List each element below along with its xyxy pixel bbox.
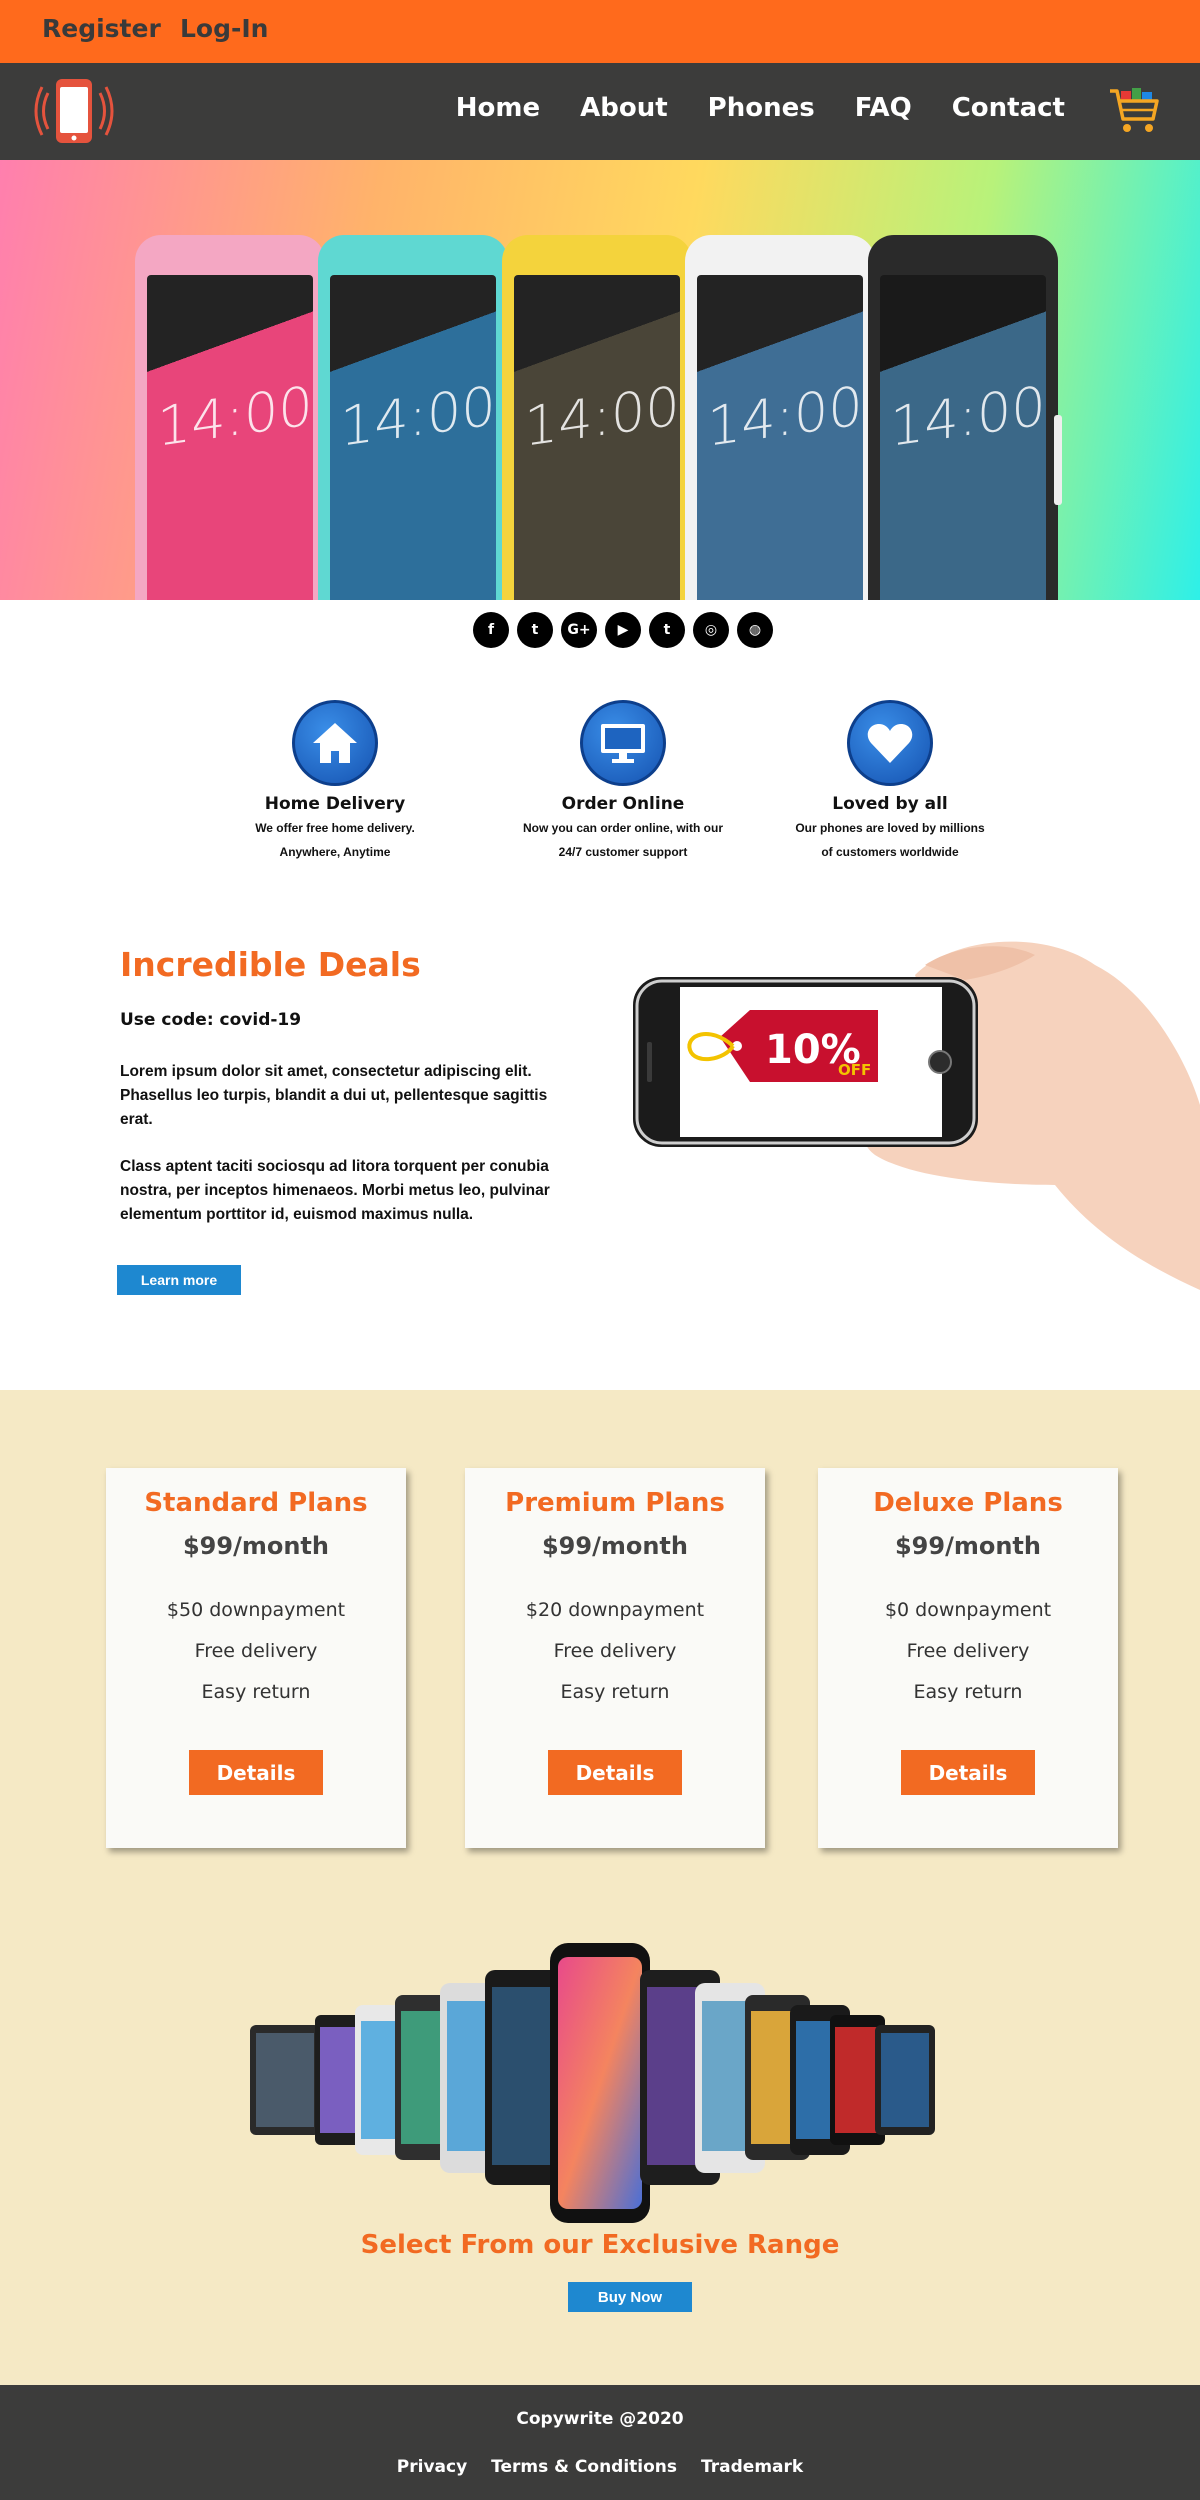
feature-title: Loved by all bbox=[832, 794, 948, 814]
youtube-icon[interactable]: ▶ bbox=[605, 612, 641, 648]
hero-phone-yellow: 14:00 bbox=[502, 235, 696, 600]
plan-name: Premium Plans bbox=[505, 1488, 725, 1518]
details-button[interactable]: Details bbox=[548, 1750, 682, 1795]
hero-phone-black: 14:00 bbox=[868, 235, 1062, 600]
instagram-icon[interactable]: ◎ bbox=[693, 612, 729, 648]
promo-code: Use code: covid-19 bbox=[120, 1010, 302, 1030]
deals-paragraph-2: Class aptent taciti sociosqu ad litora t… bbox=[120, 1158, 550, 1223]
plan-price: $99/month bbox=[182, 1532, 329, 1560]
footer-link-privacy[interactable]: Privacy bbox=[397, 2457, 467, 2477]
range-title: Select From our Exclusive Range bbox=[360, 2230, 840, 2260]
plan-price: $99/month bbox=[894, 1532, 1041, 1560]
feature-text: Now you can order online, with our 24/7 c… bbox=[522, 821, 723, 859]
login-link[interactable]: Log-In bbox=[180, 14, 268, 43]
nav-faq[interactable]: FAQ bbox=[855, 93, 912, 123]
feature-order-online: Order Online Now you can order online, w… bbox=[493, 700, 753, 864]
hero-phone-teal: 14:00 bbox=[318, 235, 512, 600]
plan-feature: $50 downpayment bbox=[166, 1599, 346, 1621]
nav-home[interactable]: Home bbox=[456, 93, 540, 123]
tumblr-icon[interactable]: t bbox=[649, 612, 685, 648]
nav-contact[interactable]: Contact bbox=[952, 93, 1065, 123]
plan-name: Deluxe Plans bbox=[873, 1488, 1063, 1518]
feature-text: Our phones are loved by millions of custo… bbox=[795, 821, 985, 859]
deals-paragraph-1: Lorem ipsum dolor sit amet, consectetur … bbox=[120, 1063, 548, 1128]
copyright-text: Copywrite @2020 bbox=[516, 2409, 684, 2429]
plan-feature: Easy return bbox=[913, 1681, 1023, 1703]
nav-phones[interactable]: Phones bbox=[708, 93, 815, 123]
plan-feature: $20 downpayment bbox=[525, 1599, 705, 1621]
footer-link-terms[interactable]: Terms & Conditions bbox=[491, 2457, 677, 2477]
plan-feature: Easy return bbox=[560, 1681, 670, 1703]
feature-text: We offer free home delivery. Anywhere, An… bbox=[255, 821, 415, 859]
monitor-icon bbox=[580, 700, 666, 786]
plan-card-premium: Premium Plans $99/month $20 downpayment … bbox=[465, 1468, 765, 1848]
plan-card-deluxe: Deluxe Plans $99/month $0 downpayment Fr… bbox=[818, 1468, 1118, 1848]
plan-feature: Free delivery bbox=[906, 1640, 1030, 1662]
google-plus-icon[interactable]: G+ bbox=[561, 612, 597, 648]
feature-loved-by-all: Loved by all Our phones are loved by mil… bbox=[760, 700, 1020, 864]
plan-price: $99/month bbox=[541, 1532, 688, 1560]
plan-feature: Free delivery bbox=[194, 1640, 318, 1662]
buy-now-button[interactable]: Buy Now bbox=[568, 2282, 692, 2312]
footer-links: Privacy Terms & Conditions Trademark bbox=[0, 2457, 1200, 2477]
learn-more-button[interactable]: Learn more bbox=[117, 1265, 241, 1295]
footer: Copywrite @2020 Privacy Terms & Conditio… bbox=[0, 2385, 1200, 2500]
home-icon bbox=[292, 700, 378, 786]
nav-links: Home About Phones FAQ Contact bbox=[416, 93, 1065, 123]
plan-card-standard: Standard Plans $99/month $50 downpayment… bbox=[106, 1468, 406, 1848]
phone-logo-icon[interactable] bbox=[28, 75, 120, 147]
hand-phone-discount-image: 10% OFF bbox=[633, 941, 1200, 1290]
social-icons: f t G+ ▶ t ◎ ◍ bbox=[473, 612, 773, 648]
shopping-cart-icon[interactable] bbox=[1107, 83, 1163, 139]
phone-range-image bbox=[250, 1943, 935, 2223]
facebook-icon[interactable]: f bbox=[473, 612, 509, 648]
svg-text:OFF: OFF bbox=[838, 1061, 871, 1079]
hero-phone-pink: 14:00 bbox=[135, 235, 329, 600]
details-button[interactable]: Details bbox=[189, 1750, 323, 1795]
heart-icon bbox=[847, 700, 933, 786]
feature-title: Order Online bbox=[561, 794, 685, 814]
plan-name: Standard Plans bbox=[144, 1488, 368, 1518]
twitter-icon[interactable]: t bbox=[517, 612, 553, 648]
feature-title: Home Delivery bbox=[264, 794, 406, 814]
register-link[interactable]: Register bbox=[42, 14, 161, 43]
main-navbar: Home About Phones FAQ Contact bbox=[0, 63, 1200, 160]
deals-title: Incredible Deals bbox=[120, 945, 421, 984]
nav-about[interactable]: About bbox=[580, 93, 668, 123]
top-bar: Register Log-In bbox=[0, 0, 1200, 63]
plan-feature: $0 downpayment bbox=[884, 1599, 1052, 1621]
hero-banner: 14:00 14:00 14:00 14:00 14:00 bbox=[0, 160, 1200, 600]
dribbble-icon[interactable]: ◍ bbox=[737, 612, 773, 648]
feature-home-delivery: Home Delivery We offer free home deliver… bbox=[205, 700, 465, 864]
footer-link-trademark[interactable]: Trademark bbox=[701, 2457, 803, 2477]
plan-feature: Easy return bbox=[201, 1681, 311, 1703]
hero-phone-white: 14:00 bbox=[685, 235, 879, 600]
plan-feature: Free delivery bbox=[553, 1640, 677, 1662]
details-button[interactable]: Details bbox=[901, 1750, 1035, 1795]
